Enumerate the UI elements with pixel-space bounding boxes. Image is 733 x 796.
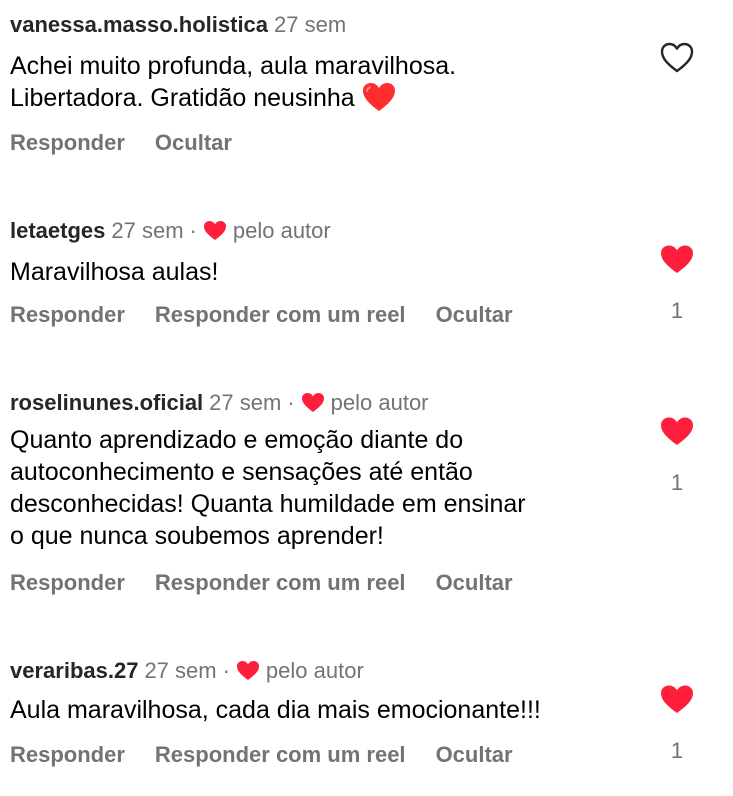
comment-item: vanessa.masso.holistica 27 sem Achei muit… [10,12,733,162]
like-count: 1 [670,738,684,763]
comment-timestamp: 27 sem [274,12,347,37]
comment-username[interactable]: roselinunes.oficial [10,390,203,415]
separator-dot: · [189,218,197,243]
hide-button[interactable]: Ocultar [436,742,513,767]
comment-text: Achei muito profunda, aula maravilhosa. … [10,50,650,120]
comment-text: Aula maravilhosa, cada dia mais emociona… [10,696,541,724]
reply-with-reel-button[interactable]: Responder com um reel [155,570,406,595]
separator-dot: · [287,390,295,415]
comment-item: letaetges 27 sem · pelo autor Maravilhosa a… [10,218,733,338]
comment-text-line: o que nunca soubemos aprender! [10,522,384,550]
heart-outline-icon [660,42,694,73]
comment-actions: Responder Ocultar [10,130,262,156]
like-button[interactable] [660,42,694,74]
like-button[interactable] [660,684,694,716]
like-button[interactable] [660,416,694,448]
comment-text-line: Libertadora. Gratidão neusinha [10,84,355,112]
comment-timestamp: 27 sem [209,390,282,415]
red-heart-emoji-icon [362,82,396,120]
heart-filled-icon [661,685,693,713]
comment-username[interactable]: letaetges [10,218,105,243]
by-author-label: pelo autor [265,658,364,683]
reply-with-reel-button[interactable]: Responder com um reel [155,302,406,327]
comment-item: veraribas.27 27 sem · pelo autor Aula marav… [10,658,733,788]
reply-button[interactable]: Responder [10,742,125,767]
reply-with-reel-button[interactable]: Responder com um reel [155,742,406,767]
reply-button[interactable]: Responder [10,130,125,155]
comment-text-line: desconhecidas! Quanta humildade em ensin… [10,490,526,518]
like-count: 1 [670,298,684,323]
reply-button[interactable]: Responder [10,302,125,327]
by-author-label: pelo autor [232,218,331,243]
comment-actions: Responder Responder com um reel Ocultar [10,742,543,768]
liked-by-author-heart-icon [203,220,227,248]
hide-button[interactable]: Ocultar [436,570,513,595]
comment-actions: Responder Responder com um reel Ocultar [10,570,543,596]
comment-text-line: Quanto aprendizado e emoção diante do [10,426,464,454]
comment-header: letaetges 27 sem · pelo autor [10,218,331,248]
liked-by-author-heart-icon [301,392,325,420]
comment-text-line: Achei muito profunda, aula maravilhosa. [10,52,457,80]
by-author-label: pelo autor [330,390,429,415]
comment-username[interactable]: vanessa.masso.holistica [10,12,268,37]
comment-username[interactable]: veraribas.27 [10,658,138,683]
comment-item: roselinunes.oficial 27 sem · pelo autor Qua… [10,390,733,600]
comment-text-line-with-emoji: Libertadora. Gratidão neusinha [10,82,650,120]
like-button[interactable] [660,244,694,276]
hide-button[interactable]: Ocultar [155,130,232,155]
reply-button[interactable]: Responder [10,570,125,595]
comment-timestamp: 27 sem [144,658,217,683]
separator-dot: · [222,658,230,683]
comment-header: vanessa.masso.holistica 27 sem [10,12,346,38]
liked-by-author-heart-icon [236,660,260,688]
comment-header: veraribas.27 27 sem · pelo autor [10,658,364,688]
heart-filled-icon [661,417,693,445]
comment-text-line: autoconhecimento e sensações até então [10,458,473,486]
comment-timestamp: 27 sem [111,218,184,243]
comment-actions: Responder Responder com um reel Ocultar [10,302,543,328]
hide-button[interactable]: Ocultar [436,302,513,327]
comment-header: roselinunes.oficial 27 sem · pelo autor [10,390,429,420]
like-count: 1 [670,470,684,495]
comment-text: Maravilhosa aulas! [10,258,219,286]
comment-text: Quanto aprendizado e emoção diante do au… [10,424,650,552]
heart-filled-icon [661,245,693,273]
